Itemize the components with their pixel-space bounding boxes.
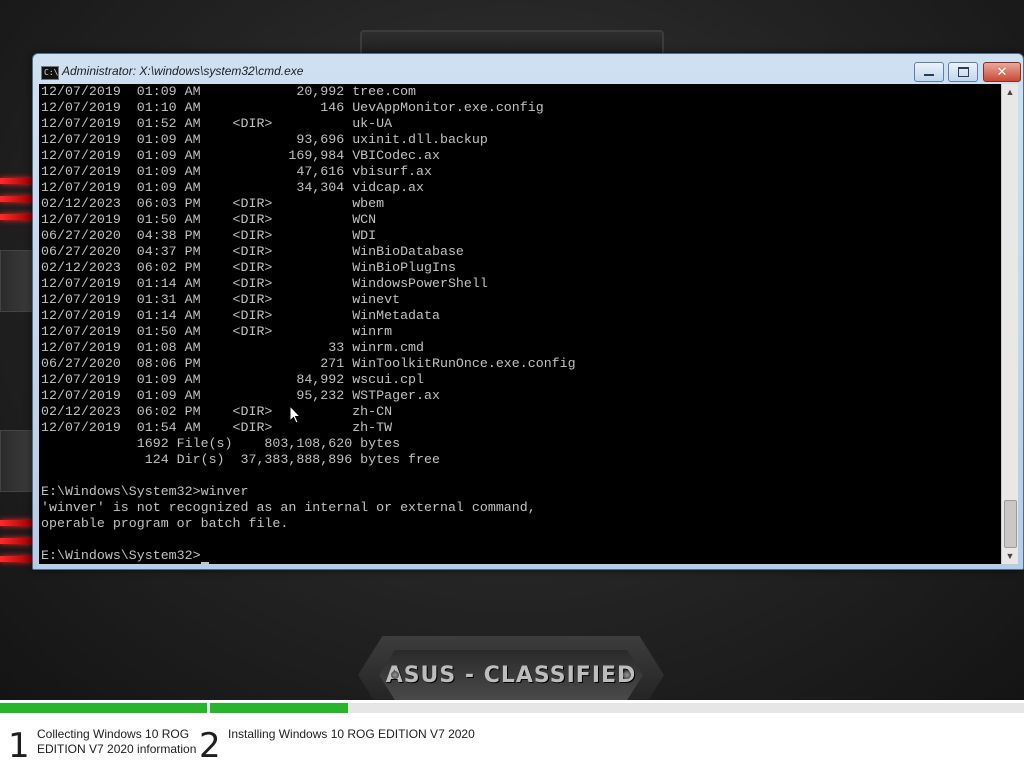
progress-segment-step-1: [0, 703, 207, 713]
console-line: 12/07/2019 01:14 AM <DIR> WinMetadata: [41, 308, 440, 323]
console-line: 02/12/2023 06:02 PM <DIR> zh-CN: [41, 404, 393, 419]
close-icon: ✕: [996, 64, 1008, 80]
console-line: 12/07/2019 01:09 AM 20,992 tree.com: [41, 84, 417, 99]
console-line: 12/07/2019 01:09 AM 95,232 WSTPager.ax: [41, 388, 440, 403]
badge-text: ASUS - CLASSIFIED: [385, 662, 637, 688]
console-line: 02/12/2023 06:02 PM <DIR> WinBioPlugIns: [41, 260, 456, 275]
console-output[interactable]: 12/07/2019 01:09 AM 20,992 tree.com 12/07…: [39, 84, 1001, 564]
asus-classified-badge: ASUS - CLASSIFIED: [358, 636, 664, 700]
maximize-icon: [957, 67, 969, 77]
console-line: operable program or batch file.: [41, 516, 289, 531]
console-line: 124 Dir(s) 37,383,888,896 bytes free: [41, 452, 440, 467]
vertical-scrollbar[interactable]: ▲ ▼: [1001, 84, 1018, 564]
close-button[interactable]: ✕: [983, 62, 1021, 82]
console-line: 1692 File(s) 803,108,620 bytes: [41, 436, 401, 451]
scroll-down-icon[interactable]: ▼: [1002, 548, 1018, 564]
wallpaper-red-light: [0, 178, 32, 184]
cmd-icon[interactable]: C:\: [41, 66, 59, 80]
wallpaper-red-light: [0, 520, 32, 526]
console-line: 12/07/2019 01:09 AM 93,696 uxinit.dll.ba…: [41, 132, 488, 147]
minimize-icon: [924, 74, 934, 76]
wallpaper-red-light: [0, 556, 32, 562]
console-line: 'winver' is not recognized as an interna…: [41, 500, 536, 515]
window-title: Administrator: X:\windows\system32\cmd.e…: [62, 64, 304, 78]
scroll-thumb[interactable]: [1004, 500, 1017, 548]
maximize-button[interactable]: [948, 62, 978, 82]
console-line: 12/07/2019 01:10 AM 146 UevAppMonitor.ex…: [41, 100, 544, 115]
title-bar[interactable]: C:\ Administrator: X:\windows\system32\c…: [33, 54, 1023, 86]
cmd-window[interactable]: C:\ Administrator: X:\windows\system32\c…: [32, 53, 1024, 570]
wallpaper-side-panel: [0, 250, 36, 312]
step-label: Collecting Windows 10 ROG EDITION V7 202…: [37, 727, 197, 756]
step-label: Installing Windows 10 ROG EDITION V7 202…: [228, 727, 475, 741]
console-line: 06/27/2020 08:06 PM 271 WinToolkitRunOnc…: [41, 356, 576, 371]
console-line: 12/07/2019 01:09 AM 169,984 VBICodec.ax: [41, 148, 440, 163]
console-line: 02/12/2023 06:03 PM <DIR> wbem: [41, 196, 385, 211]
wallpaper-red-light: [0, 196, 32, 202]
console-line: 12/07/2019 01:50 AM <DIR> WCN: [41, 212, 377, 227]
console-line: 12/07/2019 01:52 AM <DIR> uk-UA: [41, 116, 393, 131]
console-line: 12/07/2019 01:14 AM <DIR> WindowsPowerSh…: [41, 276, 488, 291]
console-text: 12/07/2019 01:09 AM 20,992 tree.com 12/07…: [39, 84, 1001, 564]
console-line: 12/07/2019 01:54 AM <DIR> zh-TW: [41, 420, 393, 435]
mouse-pointer-icon: [289, 405, 301, 424]
wallpaper-side-panel: [0, 430, 36, 492]
bolt-icon: [391, 671, 399, 679]
console-line: 12/07/2019 01:09 AM 34,304 vidcap.ax: [41, 180, 425, 195]
bolt-icon: [623, 671, 631, 679]
wallpaper-red-light: [0, 538, 32, 544]
console-line: E:\Windows\System32>winver: [41, 484, 249, 499]
console-line: 12/07/2019 01:50 AM <DIR> winrm: [41, 324, 393, 339]
console-line: 12/07/2019 01:09 AM 47,616 vbisurf.ax: [41, 164, 432, 179]
wallpaper-red-light: [0, 214, 32, 220]
text-cursor: [200, 562, 209, 564]
console-line: 06/27/2020 04:38 PM <DIR> WDI: [41, 228, 377, 243]
step-number: 1: [8, 726, 30, 766]
minimize-button[interactable]: [914, 62, 944, 82]
console-line: 12/07/2019 01:08 AM 33 winrm.cmd: [41, 340, 425, 355]
progress-segment-step-2: [210, 703, 348, 713]
console-line: 12/07/2019 01:09 AM 84,992 wscui.cpl: [41, 372, 425, 387]
step-number: 2: [199, 726, 221, 766]
setup-status-bar: 1 Collecting Windows 10 ROG EDITION V7 2…: [0, 700, 1024, 768]
scroll-up-icon[interactable]: ▲: [1002, 84, 1018, 100]
console-line: E:\Windows\System32>: [41, 548, 1001, 564]
console-line: 12/07/2019 01:31 AM <DIR> winevt: [41, 292, 401, 307]
console-line: 06/27/2020 04:37 PM <DIR> WinBioDatabase: [41, 244, 464, 259]
